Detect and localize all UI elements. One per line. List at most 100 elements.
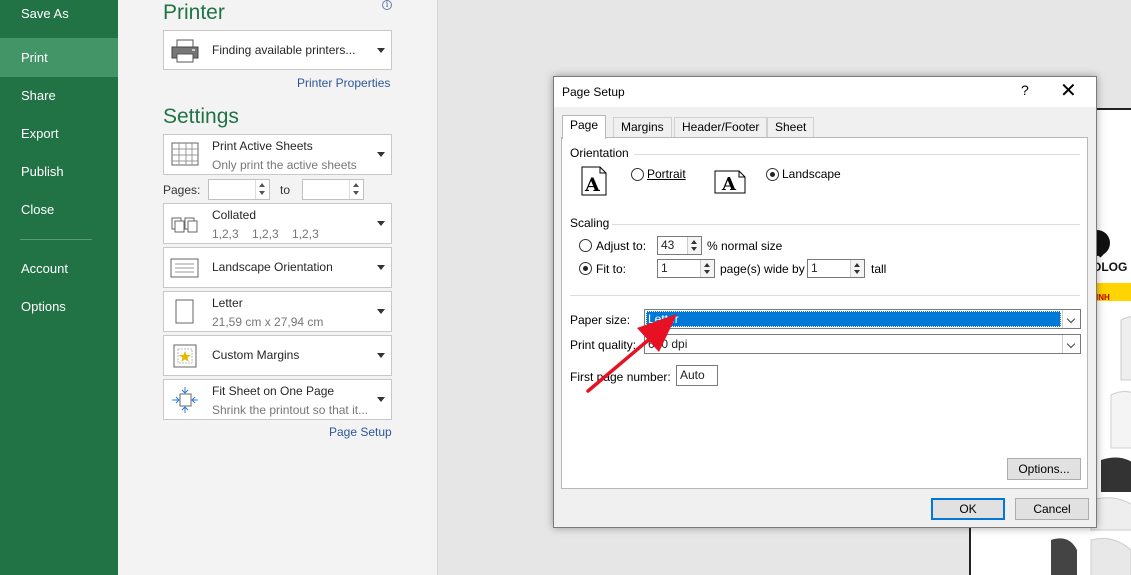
nav-print[interactable]: Print: [0, 38, 118, 77]
tab-header-footer[interactable]: Header/Footer: [674, 117, 768, 138]
help-button[interactable]: ?: [1021, 82, 1029, 98]
collation-dropdown[interactable]: Collated 1,2,3 1,2,3 1,2,3: [163, 203, 392, 244]
print-what-desc: Only print the active sheets: [212, 158, 357, 172]
fit-wide-input[interactable]: 1: [657, 259, 715, 278]
fit-tall-value: 1: [811, 261, 818, 275]
spin-arrows-icon[interactable]: [687, 237, 701, 254]
adjust-to-label[interactable]: Adjust to:: [596, 239, 646, 253]
normal-size-label: % normal size: [707, 239, 783, 253]
pages-to-label: to: [280, 183, 291, 197]
preview-badge-text: INH: [1096, 293, 1110, 302]
landscape-label[interactable]: Landscape: [782, 167, 841, 181]
fit-wide-value: 1: [661, 261, 668, 275]
paper-size-dropdown[interactable]: Letter 21,59 cm x 27,94 cm: [163, 291, 392, 332]
scaling-desc: Shrink the printout so that it...: [212, 403, 369, 417]
printer-heading: Printer: [163, 1, 225, 24]
print-quality-label: Print quality:: [570, 338, 637, 352]
sheets-grid-icon: [171, 142, 199, 166]
nav-divider: [20, 239, 92, 240]
nav-save-as[interactable]: Save As: [0, 0, 118, 38]
nav-account[interactable]: Account: [0, 250, 118, 288]
pages-label: Pages:: [163, 183, 201, 197]
group-divider: [612, 224, 1080, 225]
scaling-group-label: Scaling: [570, 216, 610, 230]
options-button[interactable]: Options...: [1007, 458, 1081, 480]
spin-arrows-icon[interactable]: [700, 260, 714, 277]
scaling-dropdown[interactable]: Fit Sheet on One Page Shrink the printou…: [163, 379, 392, 420]
printer-properties-link[interactable]: Printer Properties: [297, 76, 390, 90]
chevron-down-icon: [377, 353, 385, 358]
dialog-titlebar[interactable]: Page Setup ? ✕: [554, 77, 1096, 107]
preview-logo-text: OLOG: [1092, 260, 1128, 274]
dialog-title: Page Setup: [562, 85, 625, 99]
margins-dropdown[interactable]: Custom Margins: [163, 335, 392, 376]
pages-range: Pages: to: [163, 179, 393, 201]
landscape-icon: A: [714, 170, 746, 194]
adjust-to-value: 43: [661, 238, 675, 252]
print-quality-value: 600 dpi: [648, 337, 688, 351]
tall-label: tall: [871, 262, 887, 276]
page-setup-link[interactable]: Page Setup: [329, 425, 392, 439]
adjust-to-radio[interactable]: [579, 239, 592, 252]
first-page-input[interactable]: Auto: [676, 365, 718, 386]
nav-close[interactable]: Close: [0, 191, 118, 229]
chevron-down-icon: [377, 265, 385, 270]
chevron-down-icon: [377, 152, 385, 157]
paper-size-select[interactable]: Letter: [644, 309, 1081, 329]
portrait-label[interactable]: Portrait: [647, 167, 686, 181]
tab-sheet[interactable]: Sheet: [767, 117, 815, 138]
printer-dropdown[interactable]: Finding available printers...: [163, 30, 392, 70]
tab-margins[interactable]: Margins: [613, 117, 672, 138]
backstage-nav: Save As Print Share Export Publish Close…: [0, 0, 118, 575]
collation-label: Collated: [212, 208, 257, 222]
landscape-radio[interactable]: [766, 168, 779, 181]
landscape-page-icon: [170, 258, 199, 278]
print-settings-panel: Printer i Finding available printers... …: [118, 0, 438, 575]
nav-export[interactable]: Export: [0, 115, 118, 153]
fit-to-radio[interactable]: [579, 262, 592, 275]
close-icon[interactable]: ✕: [1060, 79, 1077, 103]
paper-size-desc: 21,59 cm x 27,94 cm: [212, 315, 324, 329]
portrait-icon: A: [581, 166, 607, 196]
orientation-label: Landscape Orientation: [212, 260, 333, 274]
print-quality-select[interactable]: 600 dpi: [644, 334, 1081, 354]
portrait-page-icon: [175, 299, 194, 324]
collated-icon: [171, 217, 198, 233]
fit-to-label[interactable]: Fit to:: [596, 262, 626, 276]
ok-button[interactable]: OK: [931, 498, 1005, 520]
pages-to-input[interactable]: [302, 179, 364, 200]
chevron-down-icon: [377, 309, 385, 314]
orientation-dropdown[interactable]: Landscape Orientation: [163, 247, 392, 288]
svg-text:A: A: [721, 174, 737, 194]
nav-options[interactable]: Options: [0, 288, 118, 326]
chevron-down-icon[interactable]: [1062, 310, 1080, 328]
group-divider: [634, 154, 1080, 155]
collation-desc: 1,2,3 1,2,3 1,2,3: [212, 227, 319, 241]
spin-arrows-icon[interactable]: [850, 260, 864, 277]
scaling-label: Fit Sheet on One Page: [212, 384, 335, 398]
fit-tall-input[interactable]: 1: [807, 259, 865, 278]
section-divider: [570, 295, 1080, 296]
paper-size-label: Letter: [212, 296, 243, 310]
chevron-down-icon: [377, 221, 385, 226]
spin-arrows-icon[interactable]: [349, 180, 363, 199]
spin-arrows-icon[interactable]: [255, 180, 269, 199]
print-what-dropdown[interactable]: Print Active Sheets Only print the activ…: [163, 134, 392, 175]
print-what-label: Print Active Sheets: [212, 139, 313, 153]
adjust-to-input[interactable]: 43: [657, 236, 702, 255]
tab-page[interactable]: Page: [562, 115, 607, 139]
orientation-group-label: Orientation: [570, 146, 629, 160]
custom-margins-icon: [173, 344, 197, 368]
first-page-label: First page number:: [570, 370, 671, 384]
chevron-down-icon[interactable]: [1062, 335, 1080, 353]
nav-publish[interactable]: Publish: [0, 153, 118, 191]
nav-share[interactable]: Share: [0, 77, 118, 115]
page-setup-dialog: Page Setup ? ✕ Page Margins Header/Foote…: [553, 76, 1097, 528]
cancel-button[interactable]: Cancel: [1015, 498, 1089, 520]
pages-from-input[interactable]: [208, 179, 270, 200]
portrait-radio[interactable]: [631, 168, 644, 181]
info-icon[interactable]: i: [382, 0, 392, 10]
pages-wide-label: page(s) wide by: [720, 262, 805, 276]
page-tab-content: Orientation A Portrait A Landscape Scali…: [561, 137, 1088, 489]
paper-size-label: Paper size:: [570, 313, 631, 327]
